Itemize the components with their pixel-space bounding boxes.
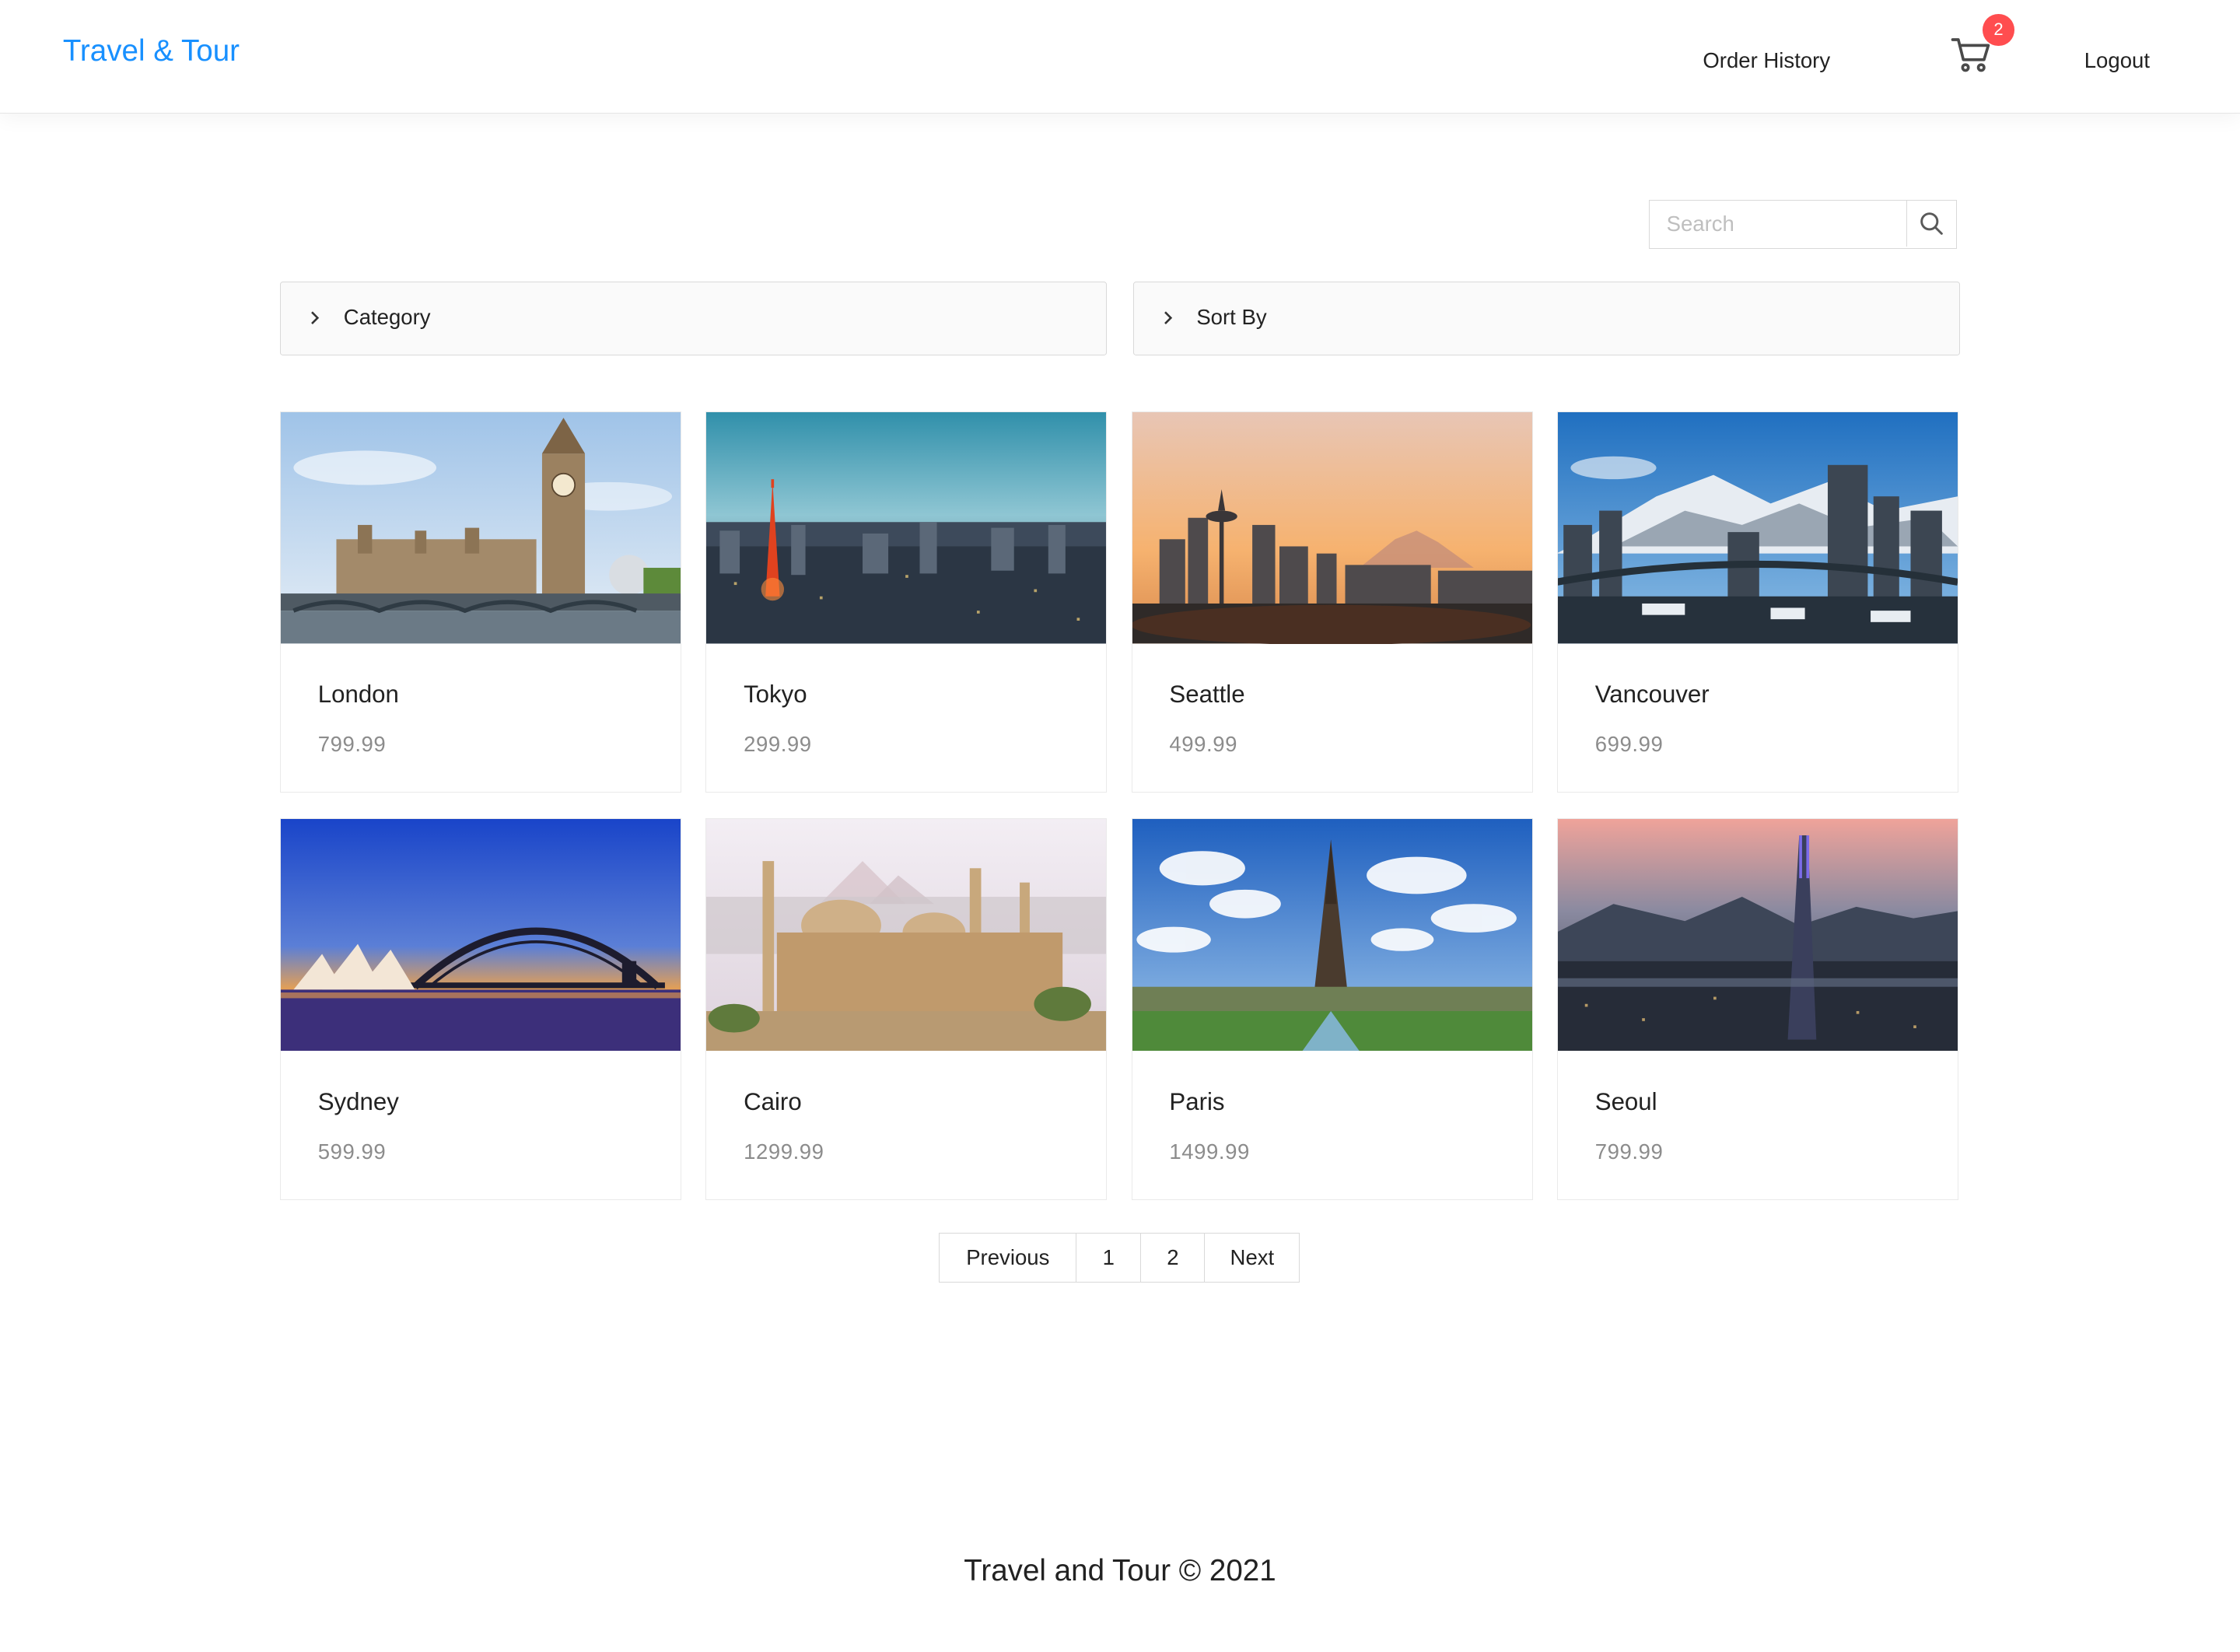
destination-name: London <box>317 681 399 709</box>
destination-card-cairo[interactable]: Cairo 1299.99 <box>705 818 1108 1200</box>
destination-price: 299.99 <box>744 732 812 757</box>
destination-price: 499.99 <box>1169 732 1237 757</box>
page-1-button[interactable]: 1 <box>1076 1233 1142 1283</box>
destination-image-seattle <box>1132 411 1532 644</box>
brand-logo-link[interactable]: Travel & Tour <box>63 34 240 68</box>
search-icon <box>1920 212 1943 235</box>
footer-copyright: Travel and Tour © 2021 <box>964 1554 1276 1588</box>
destination-image-seoul <box>1557 819 1958 1051</box>
destination-name: Cairo <box>744 1087 802 1115</box>
destination-name: Paris <box>1169 1087 1225 1115</box>
destination-price: 1299.99 <box>744 1139 824 1164</box>
destination-price: 599.99 <box>317 1139 387 1164</box>
order-history-link[interactable]: Order History <box>1703 48 1830 73</box>
destination-price: 1499.99 <box>1169 1139 1250 1164</box>
search-button[interactable] <box>1906 201 1955 247</box>
sort-by-label: Sort By <box>1196 305 1267 330</box>
destination-name: Seattle <box>1169 681 1245 709</box>
destination-image-london <box>280 411 681 644</box>
destination-price: 699.99 <box>1594 732 1664 757</box>
destination-image-vancouver <box>1557 411 1958 644</box>
destination-price: 799.99 <box>317 732 387 757</box>
previous-page-button[interactable]: Previous <box>938 1233 1077 1283</box>
destination-image-tokyo <box>706 411 1107 644</box>
destination-image-cairo <box>706 819 1107 1051</box>
page-2-button[interactable]: 2 <box>1139 1233 1206 1283</box>
page: Travel & Tour Order History 2 Logout Cat… <box>0 0 2240 1651</box>
destination-card-tokyo[interactable]: Tokyo 299.99 <box>705 411 1108 793</box>
search-input[interactable] <box>1649 201 1907 247</box>
next-page-button[interactable]: Next <box>1204 1233 1300 1283</box>
chevron-right-icon <box>311 311 320 324</box>
logout-link[interactable]: Logout <box>2084 48 2150 73</box>
search-box <box>1648 200 1958 249</box>
destination-card-paris[interactable]: Paris 1499.99 <box>1131 818 1533 1200</box>
destination-name: Vancouver <box>1594 681 1710 709</box>
category-collapse-header[interactable]: Category <box>279 281 1108 356</box>
destination-name: Tokyo <box>744 681 807 709</box>
destination-card-london[interactable]: London 799.99 <box>279 411 682 793</box>
destination-card-seoul[interactable]: Seoul 799.99 <box>1557 818 1959 1200</box>
top-navbar: Travel & Tour Order History 2 Logout <box>0 0 2240 114</box>
destination-name: Sydney <box>317 1087 399 1115</box>
destination-card-vancouver[interactable]: Vancouver 699.99 <box>1557 411 1959 793</box>
sort-by-collapse-header[interactable]: Sort By <box>1132 281 1960 356</box>
category-label: Category <box>343 305 431 330</box>
destination-price: 799.99 <box>1594 1139 1664 1164</box>
destination-image-paris <box>1132 819 1532 1051</box>
destination-image-sydney <box>280 819 681 1051</box>
destination-card-seattle[interactable]: Seattle 499.99 <box>1131 411 1533 793</box>
destination-card-sydney[interactable]: Sydney 599.99 <box>279 818 682 1200</box>
pagination: Previous 1 2 Next <box>938 1233 1300 1283</box>
destination-name: Seoul <box>1594 1087 1657 1115</box>
chevron-right-icon <box>1164 311 1173 324</box>
cart-count-badge: 2 <box>1983 14 2014 46</box>
